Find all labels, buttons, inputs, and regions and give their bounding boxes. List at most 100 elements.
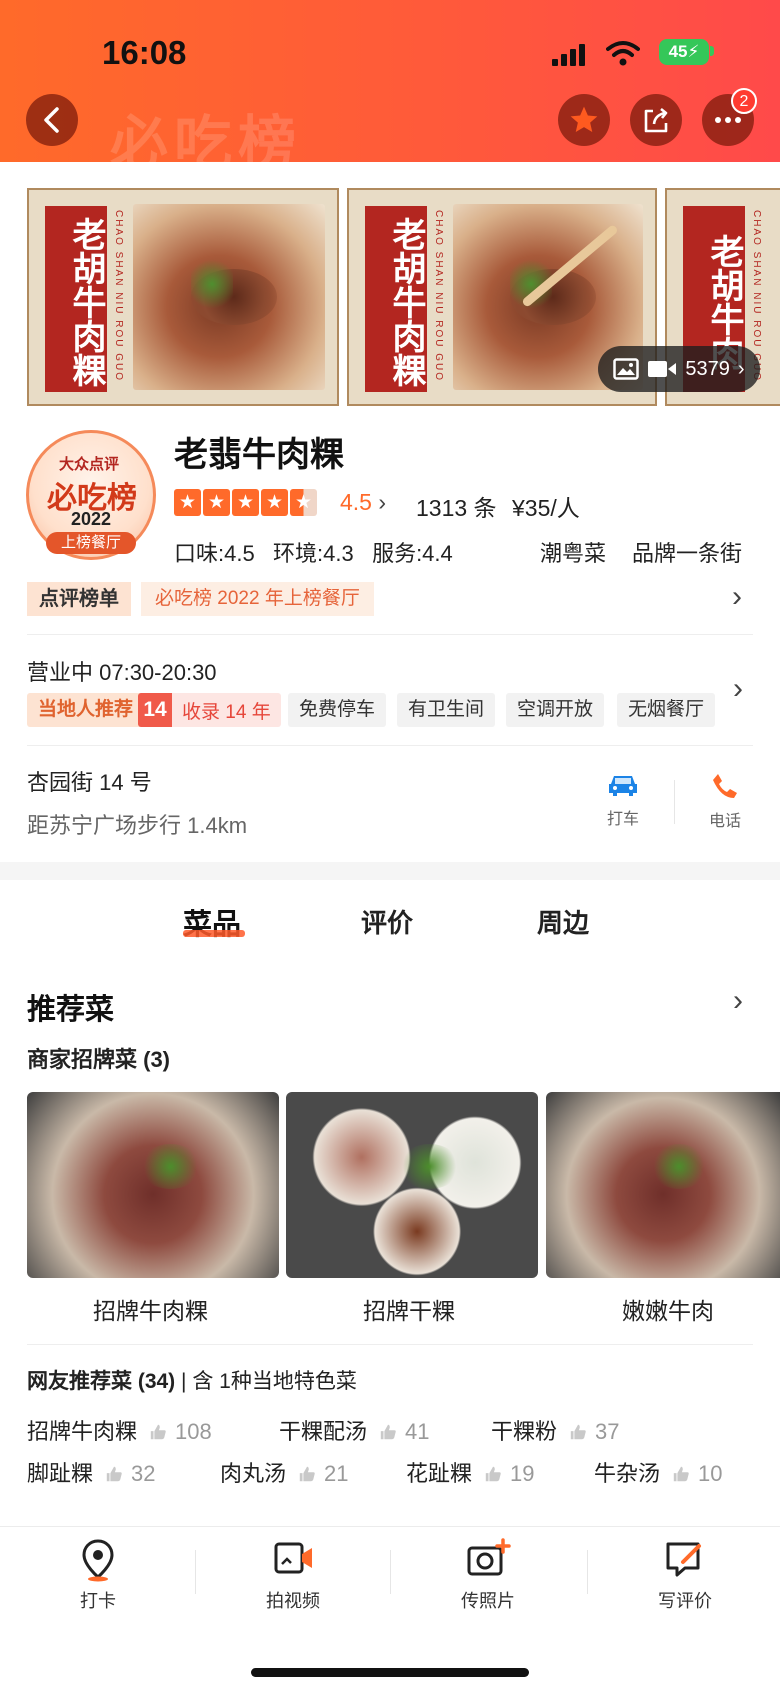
- thumbs-up-icon: [673, 1466, 689, 1482]
- rating-number: 4.5: [340, 489, 372, 515]
- taxi-label: 打车: [606, 811, 639, 828]
- business-hours: 营业中 07:30-20:30: [27, 660, 217, 685]
- tag-nonsmoking: 无烟餐厅: [617, 693, 716, 727]
- address-distance: 距苏宁广场步行 1.4km: [27, 813, 248, 838]
- user-dish-likes: 19: [510, 1461, 535, 1486]
- sub-scores: 口味:4.5 环境:4.3 服务:4.4: [174, 541, 453, 566]
- phone-icon: [713, 774, 737, 798]
- dish-name-2: 招牌干粿: [363, 1298, 455, 1324]
- share-icon: [644, 107, 668, 133]
- user-dish-item[interactable]: 花趾粿 19: [406, 1456, 535, 1488]
- user-dish-item[interactable]: 干粿配汤 41: [279, 1414, 430, 1446]
- signal-icon: [552, 44, 586, 66]
- nav-photo[interactable]: 传照片: [448, 1538, 528, 1613]
- ranking-label: 点评榜单: [27, 582, 131, 616]
- dish-photo-1[interactable]: [27, 1092, 279, 1278]
- user-dish-item[interactable]: 干粿粉 37: [491, 1414, 620, 1446]
- user-dish-item[interactable]: 招牌牛肉粿 108: [27, 1414, 212, 1446]
- ranking-row[interactable]: 点评榜单 必吃榜 2022 年上榜餐厅 ›: [27, 582, 753, 616]
- user-dish-name: 招牌牛肉粿: [27, 1419, 138, 1444]
- thumbs-up-icon: [380, 1424, 396, 1440]
- user-dish-likes: 32: [131, 1461, 156, 1486]
- media-count-pill[interactable]: 5379 ›: [598, 346, 760, 392]
- thumbs-up-icon: [570, 1424, 586, 1440]
- media-count: 5379: [685, 357, 730, 380]
- dish-photo-2[interactable]: [286, 1092, 538, 1278]
- favorite-button[interactable]: [558, 94, 610, 146]
- business-chevron-icon[interactable]: ›: [733, 674, 743, 704]
- thumbs-up-icon: [150, 1424, 166, 1440]
- user-dish-likes: 21: [324, 1461, 349, 1486]
- thumbs-up-icon: [106, 1466, 122, 1482]
- chevron-right-icon: ›: [737, 357, 745, 380]
- divider: [587, 1550, 588, 1594]
- star-icon: ★: [261, 489, 288, 516]
- nav-checkin[interactable]: 打卡: [58, 1538, 138, 1613]
- more-dots-icon: [715, 117, 741, 123]
- nav-label: 拍视频: [266, 1591, 320, 1611]
- taxi-button[interactable]: 打车: [600, 772, 646, 829]
- nav-label: 打卡: [80, 1591, 116, 1611]
- divider: [674, 780, 675, 824]
- review-count[interactable]: 1313 条: [416, 489, 497, 523]
- video-icon: [648, 361, 677, 377]
- divider: [27, 745, 753, 746]
- phone-button[interactable]: 电话: [702, 772, 748, 831]
- nav-label: 写评价: [658, 1591, 712, 1611]
- user-dish-likes: 10: [698, 1461, 723, 1486]
- chevron-left-icon: [44, 107, 59, 133]
- signature-dishes-title: 商家招牌菜 (3): [27, 1047, 171, 1072]
- logo-line-1: 大众点评: [59, 456, 120, 473]
- user-dishes-subtitle: | 含 1种当地特色菜: [181, 1370, 357, 1393]
- user-dishes-count: 网友推荐菜 (34): [27, 1370, 176, 1393]
- home-indicator: [251, 1668, 529, 1677]
- battery-indicator: 45⚡: [659, 39, 709, 65]
- edit-review-icon: [666, 1542, 701, 1577]
- chevron-right-icon: ›: [732, 580, 742, 613]
- nav-video[interactable]: 拍视频: [253, 1538, 333, 1613]
- user-dish-likes: 37: [595, 1419, 620, 1444]
- camera-plus-icon: [467, 1538, 511, 1576]
- gallery-photo-1[interactable]: 老胡牛肉粿 CHAO SHAN NIU ROU GUO: [27, 188, 339, 406]
- user-dish-likes: 41: [405, 1419, 430, 1444]
- car-icon: [609, 776, 637, 796]
- nav-write-review[interactable]: 写评价: [645, 1538, 725, 1613]
- tab-nearby[interactable]: 周边: [537, 903, 589, 940]
- years-number: 14: [138, 693, 172, 727]
- user-dish-likes: 108: [175, 1419, 212, 1444]
- dish-name-3: 嫩嫩牛肉: [622, 1298, 714, 1324]
- section-title-recommended: 推荐菜: [27, 994, 115, 1026]
- divider: [195, 1550, 196, 1594]
- dish-name-1: 招牌牛肉粿: [93, 1298, 208, 1324]
- logo-line-4: 上榜餐厅: [46, 532, 136, 554]
- divider: [390, 1550, 391, 1594]
- location-pin-icon: [82, 1539, 114, 1582]
- video-camera-icon: [274, 1542, 312, 1574]
- restaurant-name: 老翡牛肉粿: [174, 436, 344, 474]
- star-icon: ★: [203, 489, 230, 516]
- dish-photo-3[interactable]: [546, 1092, 780, 1278]
- cuisine-category[interactable]: 潮粤菜: [540, 536, 606, 568]
- banner-label: 老胡牛肉粿: [45, 206, 107, 392]
- header-watermark: 必吃榜: [110, 111, 303, 176]
- share-button[interactable]: [630, 94, 682, 146]
- user-dish-item[interactable]: 脚趾粿 32: [27, 1456, 156, 1488]
- user-dish-item[interactable]: 肉丸汤 21: [220, 1456, 349, 1488]
- tag-aircon: 空调开放: [506, 693, 605, 727]
- user-dish-name: 脚趾粿: [27, 1461, 94, 1486]
- banner-food-photo: [133, 204, 325, 390]
- battery-level: 45: [668, 42, 688, 61]
- star-icon: ★: [232, 489, 259, 516]
- business-area[interactable]: 品牌一条街: [632, 536, 742, 568]
- status-time: 16:08: [102, 34, 187, 71]
- user-dish-name: 干粿粉: [491, 1419, 558, 1444]
- wifi-icon: [606, 41, 640, 66]
- recommended-chevron-icon[interactable]: ›: [733, 986, 743, 1016]
- thumbs-up-icon: [485, 1466, 501, 1482]
- section-gap: [0, 862, 780, 880]
- rating-value[interactable]: 4.5 ›: [340, 489, 386, 516]
- address-street[interactable]: 杏园街 14 号: [27, 765, 152, 797]
- user-dish-item[interactable]: 牛杂汤 10: [594, 1456, 723, 1488]
- back-button[interactable]: [26, 94, 78, 146]
- tab-reviews[interactable]: 评价: [361, 903, 413, 940]
